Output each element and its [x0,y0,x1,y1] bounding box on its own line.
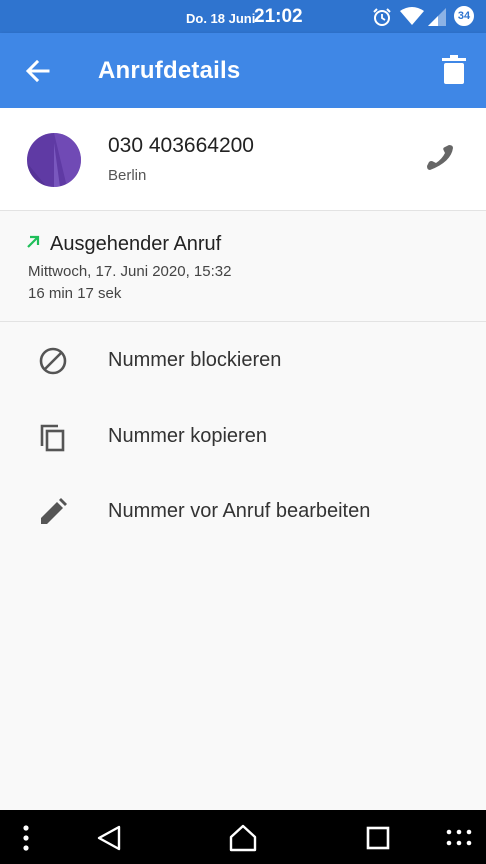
menu-dots-icon[interactable] [18,824,34,852]
alarm-icon [373,8,391,26]
block-number-action[interactable]: Nummer blockieren [0,324,486,396]
copy-number-label: Nummer kopieren [108,425,267,447]
avatar-pattern [27,133,81,187]
wifi-icon [400,7,424,25]
copy-icon [40,424,65,452]
copy-number-action[interactable]: Nummer kopieren [0,400,486,472]
phone-number: 030 403664200 [108,134,254,157]
contact-card: 030 403664200 Berlin [0,108,486,211]
edit-icon [41,498,67,524]
page-title: Anrufdetails [98,57,241,84]
call-datetime: Mittwoch, 17. Juni 2020, 15:32 [28,263,232,280]
outgoing-call-icon [27,235,40,248]
phone-icon[interactable] [424,142,456,174]
status-time: 21:02 [254,6,303,27]
call-duration: 16 min 17 sek [28,285,122,302]
avatar[interactable] [27,133,81,187]
trash-icon[interactable] [440,55,468,85]
home-icon[interactable] [228,823,258,853]
edit-number-label: Nummer vor Anruf bearbeiten [108,500,371,522]
call-info: Ausgehender Anruf Mittwoch, 17. Juni 202… [0,211,486,322]
battery-icon: 34 [454,6,474,26]
arrow-back-icon[interactable] [24,57,52,85]
status-date: Do. 18 Juni [186,11,256,26]
call-type: Ausgehender Anruf [50,233,222,255]
app-bar: Anrufdetails [0,33,486,108]
location-label: Berlin [108,167,147,184]
edit-number-action[interactable]: Nummer vor Anruf bearbeiten [0,475,486,547]
block-number-label: Nummer blockieren [108,349,282,371]
status-bar: Do. 18 Juni 21:02 34 [0,0,486,33]
recents-square-icon[interactable] [366,826,390,850]
apps-grid-icon[interactable] [446,828,472,848]
back-triangle-icon[interactable] [96,824,122,852]
navigation-bar [0,810,486,864]
signal-icon [428,8,446,26]
block-icon [39,347,67,375]
battery-level: 34 [457,10,471,22]
